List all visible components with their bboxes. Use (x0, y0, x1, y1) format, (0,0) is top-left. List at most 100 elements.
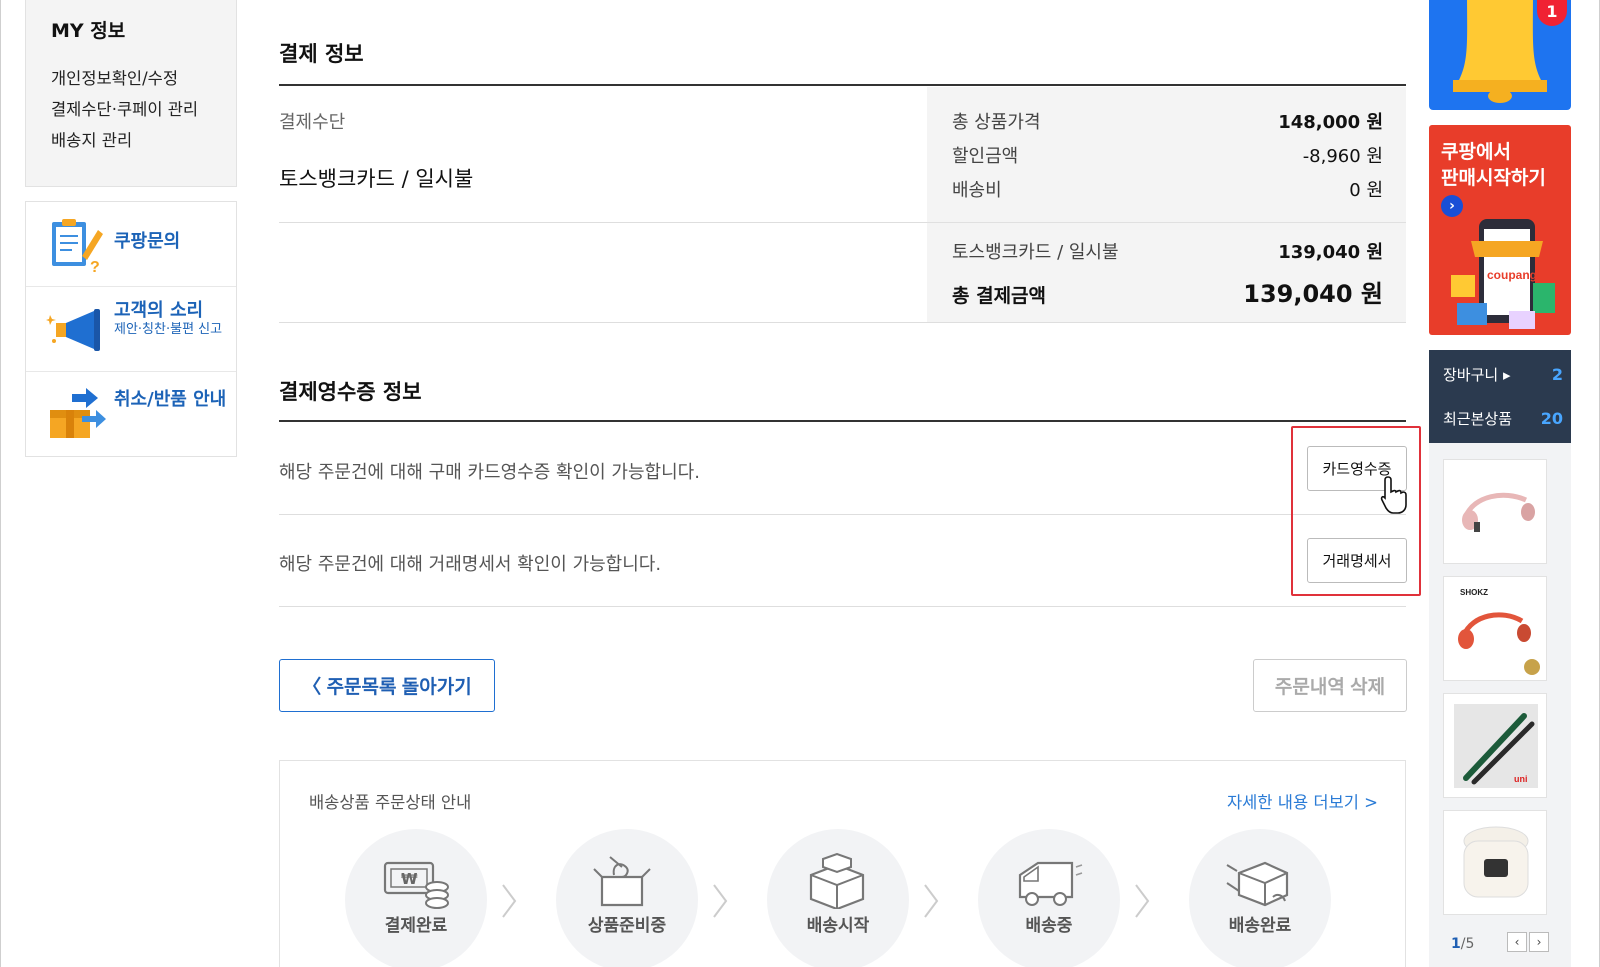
clipboard-question-icon: ? (46, 216, 108, 276)
recent-product-thumb[interactable] (1443, 459, 1547, 564)
chevron-right-icon[interactable]: › (1529, 932, 1549, 952)
rice-cooker-image (1463, 826, 1529, 898)
shipping-label: 배송비 (952, 180, 1002, 201)
summary-row-shipping: 배송비 0 원 (952, 176, 1383, 202)
recent-product-thumb[interactable]: uni (1443, 693, 1547, 798)
help-label-inquiry: 쿠팡문의 (114, 231, 181, 252)
summary-row-items: 총 상품가격 148,000 원 (952, 108, 1383, 134)
seller-line-1: 쿠팡에서 (1441, 141, 1511, 163)
recent-viewed-link[interactable]: 최근본상품 20 (1443, 408, 1563, 429)
recent-product-thumb[interactable] (1443, 810, 1547, 915)
card-label: 토스뱅크카드 / 일시불 (952, 242, 1119, 263)
receipt-row-divider (279, 514, 1406, 515)
recent-products-list: SHOKZ uni 1/5 ‹ › (1429, 443, 1571, 967)
status-step-label: 상품준비중 (587, 916, 667, 936)
cart-label: 장바구니 ▸ (1443, 366, 1511, 384)
receipt-statement-text: 해당 주문건에 대해 거래명세서 확인이 가능합니다. (279, 554, 662, 575)
cursor-hand-icon (1380, 475, 1410, 515)
page-current: 1 (1451, 936, 1461, 952)
discount-label: 할인금액 (952, 146, 1019, 167)
delete-order-button[interactable]: 주문내역 삭제 (1253, 659, 1407, 712)
status-step-paid: ₩ 결제완료 (345, 829, 487, 967)
items-price-label: 총 상품가격 (952, 112, 1041, 133)
cart-count: 2 (1551, 365, 1563, 384)
status-step-in-transit: 배송중 (978, 829, 1120, 967)
recent-count: 20 (1540, 409, 1563, 428)
status-step-preparing: 상품준비중 (556, 829, 698, 967)
help-label-return: 취소/반품 안내 (114, 389, 227, 410)
summary-divider (927, 222, 1406, 223)
status-step-label: 배송완료 (1228, 916, 1292, 936)
items-price-value: 148,000 원 (1278, 112, 1383, 133)
chevron-right-icon: › (1441, 195, 1463, 217)
seller-banner-text: 쿠팡에서 판매시작하기 (1441, 139, 1546, 191)
help-sub-voice: 제안·칭찬·불편 신고 (114, 322, 223, 337)
payment-section-title: 결제 정보 (279, 42, 364, 66)
pen-set-image: uni (1454, 704, 1538, 788)
recent-product-thumb[interactable]: SHOKZ (1443, 576, 1547, 681)
status-step-shipping-start: 배송시작 (767, 829, 909, 967)
chevron-right-icon (1135, 884, 1150, 918)
quick-links-panel: 장바구니 ▸ 2 최근본상품 20 (1429, 350, 1571, 443)
back-to-orders-button[interactable]: 〈 주문목록 돌아가기 (279, 659, 495, 712)
box-stack-icon (809, 853, 865, 909)
receipt-section-title: 결제영수증 정보 (279, 380, 422, 404)
method-divider (279, 222, 927, 223)
cart-link[interactable]: 장바구니 ▸ 2 (1443, 364, 1563, 385)
page-total: /5 (1460, 936, 1475, 952)
status-more-link[interactable]: 자세한 내용 더보기 > (1227, 789, 1378, 813)
chevron-right-icon (502, 884, 517, 918)
help-label-voice: 고객의 소리 (114, 300, 204, 321)
headphones-image (1462, 492, 1535, 532)
my-info-panel: MY 정보 개인정보확인/수정 결제수단·쿠페이 관리 배송지 관리 (25, 0, 237, 187)
payment-top-rule (279, 84, 1406, 86)
delivery-truck-icon (1018, 861, 1083, 906)
payment-bottom-rule (279, 322, 1406, 323)
megaphone-icon (46, 301, 108, 359)
payment-complete-icon: ₩ (383, 861, 449, 909)
seller-banner[interactable]: 쿠팡에서 판매시작하기 › coupang (1429, 125, 1571, 335)
recent-pager-text: 1/5 (1451, 936, 1474, 952)
delivery-status-guide: 배송상품 주문상태 안내 자세한 내용 더보기 > ₩ 결제완료 상품준비중 배… (279, 760, 1406, 967)
status-guide-title: 배송상품 주문상태 안내 (309, 793, 472, 812)
notification-banner[interactable]: 1 (1429, 0, 1571, 110)
sidebar-link-address[interactable]: 배송지 관리 (51, 125, 211, 156)
help-item-inquiry[interactable]: ? 쿠팡문의 (26, 202, 236, 287)
svg-text:SHOKZ: SHOKZ (1460, 588, 1488, 597)
summary-row-discount: 할인금액 -8,960 원 (952, 142, 1383, 168)
chevron-right-icon (713, 884, 728, 918)
pay-method-label: 결제수단 (279, 112, 346, 133)
box-preparing-icon (593, 856, 651, 907)
svg-text:₩: ₩ (401, 870, 418, 888)
shipping-value: 0 원 (1349, 180, 1383, 201)
status-step-label: 배송시작 (806, 916, 870, 936)
store-phone-illustration: coupang (1451, 219, 1555, 329)
discount-value: -8,960 원 (1302, 146, 1383, 167)
box-return-icon (46, 386, 108, 444)
status-step-label: 결제완료 (384, 916, 448, 936)
receipt-bottom-rule (279, 606, 1406, 607)
help-panel: ? 쿠팡문의 고객의 소리 제안·칭찬·불편 신고 취소/반품 안내 (25, 201, 237, 457)
recent-label: 최근본상품 (1443, 410, 1513, 428)
help-item-voice[interactable]: 고객의 소리 제안·칭찬·불편 신고 (26, 287, 236, 372)
total-value: 139,040 원 (1243, 280, 1383, 308)
shokz-headphones-image: SHOKZ (1458, 588, 1540, 675)
svg-text:uni: uni (1514, 774, 1528, 784)
summary-row-total: 총 결제금액 139,040 원 (952, 274, 1383, 309)
card-value: 139,040 원 (1278, 242, 1383, 263)
my-info-title: MY 정보 (51, 20, 126, 42)
seller-line-2: 판매시작하기 (1441, 167, 1546, 189)
sidebar-link-payment[interactable]: 결제수단·쿠페이 관리 (51, 94, 211, 125)
total-label: 총 결제금액 (952, 285, 1047, 307)
box-delivered-icon (1226, 861, 1289, 907)
svg-text:?: ? (90, 259, 100, 274)
summary-row-card: 토스뱅크카드 / 일시불 139,040 원 (952, 238, 1383, 264)
sidebar-link-profile[interactable]: 개인정보확인/수정 (51, 63, 211, 94)
chevron-left-icon[interactable]: ‹ (1507, 932, 1527, 952)
status-step-delivered: 배송완료 (1189, 829, 1331, 967)
chevron-right-icon (924, 884, 939, 918)
status-step-label: 배송중 (1025, 916, 1073, 936)
receipt-card-text: 해당 주문건에 대해 구매 카드영수증 확인이 가능합니다. (279, 462, 700, 483)
svg-text:coupang: coupang (1487, 268, 1537, 282)
help-item-return[interactable]: 취소/반품 안내 (26, 372, 236, 457)
